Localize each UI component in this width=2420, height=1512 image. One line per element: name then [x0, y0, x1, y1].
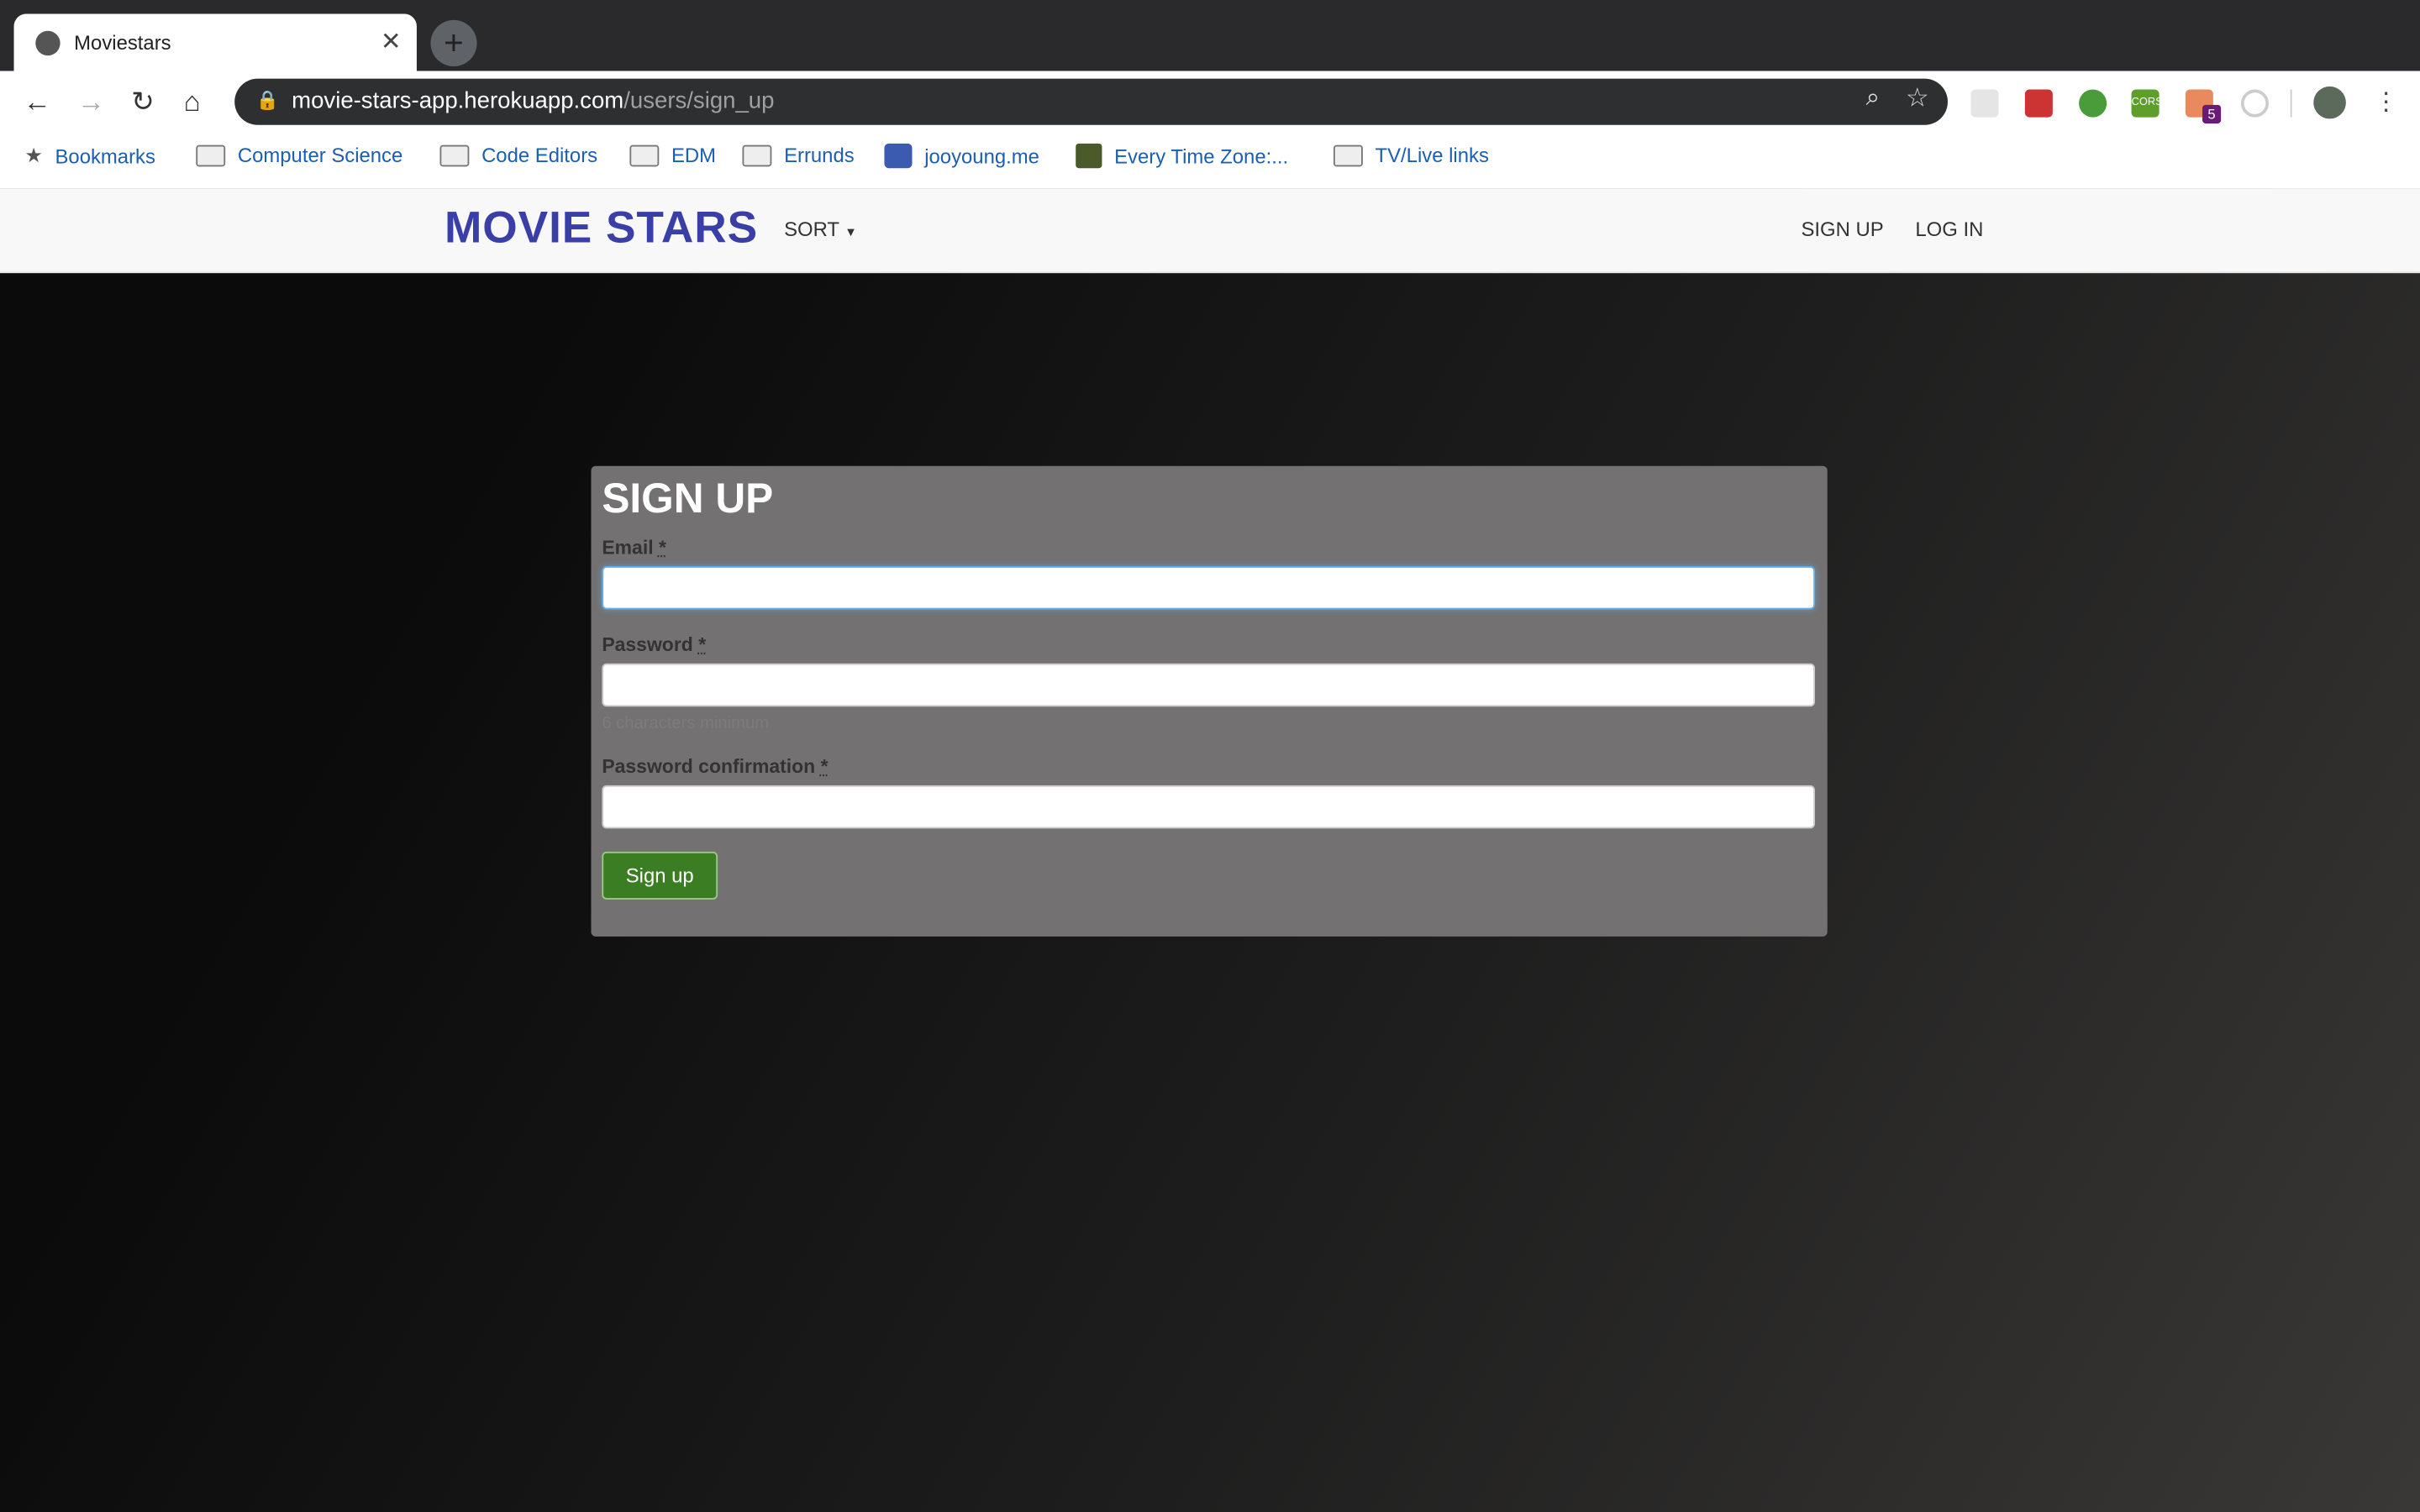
required-mark: * [820, 756, 829, 778]
tab-title: Moviestars [74, 30, 171, 55]
sign-up-link[interactable]: SIGN UP [1801, 218, 1883, 241]
password-input[interactable] [602, 663, 1816, 707]
site-navbar: MOVIE STARS SORT ▼ SIGN UP LOG IN [0, 188, 2420, 274]
required-mark: * [698, 633, 707, 656]
brand-logo[interactable]: MOVIE STARS [445, 203, 758, 255]
page-content: MOVIE STARS SORT ▼ SIGN UP LOG IN SIGN U… [0, 188, 2420, 1512]
bookmark-label: EDM [671, 143, 717, 167]
browser-toolbar: ← → ↻ ⌂ 🔒 movie-stars-app.herokuapp.com/… [0, 71, 2420, 190]
ember-extension-icon[interactable] [2024, 89, 2053, 118]
bookmark-label: jooyoung.me [924, 144, 1039, 168]
menu-dots-icon[interactable]: ⋮ [2374, 87, 2398, 118]
sign-up-form: SIGN UP Email * Password * 6 characters … [591, 465, 1828, 937]
bookmark-tv-live-links[interactable]: TV/Live links [1333, 143, 1489, 167]
folder-icon [1333, 144, 1363, 166]
close-tab-icon[interactable]: ✕ [381, 26, 402, 57]
folder-icon [742, 144, 772, 166]
sort-dropdown[interactable]: SORT ▼ [784, 218, 857, 241]
bookmark-jooyoung[interactable]: jooyoung.me [884, 143, 1039, 169]
password-hint: 6 characters minimum [602, 714, 770, 733]
bookmark-computer-science[interactable]: Computer Science [196, 143, 403, 167]
zoom-icon[interactable]: ⌕ [1866, 85, 1880, 113]
folder-icon [196, 144, 226, 166]
bookmark-errunds[interactable]: Errunds [742, 143, 855, 167]
bookmark-label: Every Time Zone:... [1114, 144, 1289, 168]
password-label: Password * [602, 633, 707, 656]
bookmark-code-editors[interactable]: Code Editors [439, 143, 598, 167]
api-search-extension-icon[interactable] [2079, 89, 2107, 118]
sort-label: SORT [784, 217, 839, 241]
caret-down-icon: ▼ [844, 225, 857, 239]
required-mark: * [659, 537, 666, 559]
new-tab-button[interactable]: + [430, 19, 477, 66]
avatar[interactable] [2313, 86, 2346, 119]
reload-icon[interactable]: ↻ [131, 87, 155, 119]
url-text: movie-stars-app.herokuapp.com/users/sign… [292, 87, 775, 114]
back-icon[interactable]: ← [24, 87, 51, 119]
sign-up-button[interactable]: Sign up [602, 851, 718, 900]
bookmark-label: Code Editors [481, 143, 598, 167]
globe-icon [35, 30, 60, 56]
bookmark-edm[interactable]: EDM [629, 143, 717, 167]
log-in-link[interactable]: LOG IN [1915, 218, 1983, 241]
folder-icon [439, 144, 470, 166]
react-devtools-extension-icon[interactable] [1970, 89, 1999, 118]
tabs-extension-icon[interactable]: 5 [2185, 89, 2222, 123]
bookmark-star-icon[interactable]: ☆ [1906, 83, 1929, 114]
lock-icon: 🔒 [255, 89, 280, 112]
divider [2290, 89, 2292, 118]
form-title: SIGN UP [602, 475, 774, 522]
password-confirmation-label: Password confirmation * [602, 756, 829, 778]
forward-icon[interactable]: → [77, 87, 105, 119]
email-input[interactable] [602, 566, 1816, 610]
bookmark-label: Bookmarks [55, 144, 155, 168]
home-icon[interactable]: ⌂ [184, 87, 201, 119]
browser-tab[interactable]: Moviestars ✕ [13, 13, 417, 71]
address-bar[interactable]: 🔒 movie-stars-app.herokuapp.com/users/si… [234, 78, 1948, 125]
extension-badge: 5 [2202, 104, 2222, 123]
bookmark-every-time-zone[interactable]: Every Time Zone:... [1076, 143, 1289, 169]
bookmark-label: Computer Science [237, 143, 403, 167]
bookmark-label: Errunds [784, 143, 855, 167]
bookmark-label: TV/Live links [1375, 143, 1489, 167]
tab-strip: Moviestars ✕ + [0, 0, 2420, 71]
bookmark-bookmarks[interactable]: ★ Bookmarks [24, 144, 155, 168]
site-icon [1076, 143, 1102, 169]
cors-extension-icon[interactable]: CORS [2131, 89, 2163, 118]
star-icon: ★ [24, 143, 43, 167]
folder-icon [629, 144, 660, 166]
extension-icon[interactable] [2240, 89, 2270, 118]
password-confirmation-input[interactable] [602, 785, 1816, 829]
email-label: Email * [602, 537, 666, 559]
site-icon [884, 143, 913, 169]
